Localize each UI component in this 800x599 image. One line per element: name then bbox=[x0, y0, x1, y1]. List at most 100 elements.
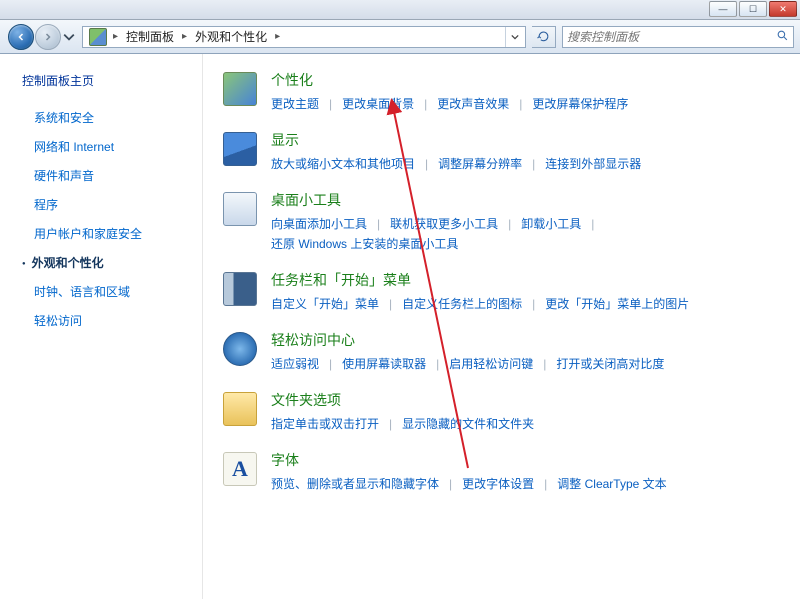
task-link[interactable]: 预览、删除或者显示和隐藏字体 bbox=[271, 474, 439, 494]
category-body: 个性化更改主题|更改桌面背景|更改声音效果|更改屏幕保护程序 bbox=[271, 70, 776, 114]
search-box[interactable] bbox=[562, 26, 794, 48]
display-icon[interactable] bbox=[223, 132, 257, 166]
task-link[interactable]: 启用轻松访问键 bbox=[449, 354, 533, 374]
category-body: 显示放大或缩小文本和其他项目|调整屏幕分辨率|连接到外部显示器 bbox=[271, 130, 776, 174]
title-bar: — ☐ ✕ bbox=[0, 0, 800, 20]
category: 显示放大或缩小文本和其他项目|调整屏幕分辨率|连接到外部显示器 bbox=[223, 130, 776, 174]
task-link[interactable]: 更改「开始」菜单上的图片 bbox=[545, 294, 689, 314]
task-link[interactable]: 打开或关闭高对比度 bbox=[556, 354, 664, 374]
minimize-button[interactable]: — bbox=[709, 1, 737, 17]
maximize-button[interactable]: ☐ bbox=[739, 1, 767, 17]
category-title[interactable]: 个性化 bbox=[271, 70, 776, 90]
nav-history bbox=[8, 24, 76, 50]
breadcrumb-item[interactable]: 控制面板 bbox=[120, 27, 180, 47]
folder-icon[interactable] bbox=[223, 392, 257, 426]
sidebar-item[interactable]: 系统和安全 bbox=[22, 103, 190, 132]
task-separator: | bbox=[329, 354, 332, 374]
back-button[interactable] bbox=[8, 24, 34, 50]
task-separator: | bbox=[424, 94, 427, 114]
task-link[interactable]: 更改主题 bbox=[271, 94, 319, 114]
category: 个性化更改主题|更改桌面背景|更改声音效果|更改屏幕保护程序 bbox=[223, 70, 776, 114]
task-separator: | bbox=[377, 214, 380, 234]
category: 文件夹选项指定单击或双击打开|显示隐藏的文件和文件夹 bbox=[223, 390, 776, 434]
task-link[interactable]: 更改声音效果 bbox=[437, 94, 509, 114]
refresh-button[interactable] bbox=[532, 26, 556, 48]
history-dropdown-button[interactable] bbox=[62, 28, 76, 46]
breadcrumb-sep[interactable]: ▸ bbox=[180, 31, 189, 42]
breadcrumb-sep[interactable]: ▸ bbox=[111, 31, 120, 42]
category-title[interactable]: 字体 bbox=[271, 450, 776, 470]
chevron-down-icon bbox=[63, 31, 75, 43]
sidebar-item[interactable]: 外观和个性化 bbox=[22, 248, 190, 277]
category-body: 字体预览、删除或者显示和隐藏字体|更改字体设置|调整 ClearType 文本 bbox=[271, 450, 776, 494]
task-separator: | bbox=[508, 214, 511, 234]
navigation-bar: ▸ 控制面板 ▸ 外观和个性化 ▸ bbox=[0, 20, 800, 54]
sidebar-item[interactable]: 时钟、语言和区域 bbox=[22, 277, 190, 306]
forward-button[interactable] bbox=[35, 24, 61, 50]
sidebar-title[interactable]: 控制面板主页 bbox=[22, 72, 190, 89]
category-title[interactable]: 任务栏和「开始」菜单 bbox=[271, 270, 776, 290]
sidebar-item[interactable]: 硬件和声音 bbox=[22, 161, 190, 190]
task-link[interactable]: 卸载小工具 bbox=[521, 214, 581, 234]
arrow-left-icon bbox=[15, 31, 27, 43]
task-separator: | bbox=[543, 354, 546, 374]
category-tasks: 指定单击或双击打开|显示隐藏的文件和文件夹 bbox=[271, 414, 776, 434]
search-icon[interactable] bbox=[776, 29, 789, 45]
category-tasks: 自定义「开始」菜单 | 自定义任务栏上的图标 | 更改「开始」菜单上的图片 bbox=[271, 294, 776, 314]
address-bar[interactable]: ▸ 控制面板 ▸ 外观和个性化 ▸ bbox=[82, 26, 526, 48]
category-title[interactable]: 桌面小工具 bbox=[271, 190, 776, 210]
category-title[interactable]: 文件夹选项 bbox=[271, 390, 776, 410]
task-link[interactable]: 自定义「开始」菜单 bbox=[271, 294, 379, 314]
category-tasks: 更改主题|更改桌面背景|更改声音效果|更改屏幕保护程序 bbox=[271, 94, 776, 114]
search-input[interactable] bbox=[567, 30, 776, 44]
close-button[interactable]: ✕ bbox=[769, 1, 797, 17]
sidebar-list: 系统和安全网络和 Internet硬件和声音程序用户帐户和家庭安全外观和个性化时… bbox=[22, 103, 190, 335]
task-link[interactable]: 更改字体设置 bbox=[462, 474, 534, 494]
category-tasks: 适应弱视|使用屏幕读取器|启用轻松访问键|打开或关闭高对比度 bbox=[271, 354, 776, 374]
category-tasks: 预览、删除或者显示和隐藏字体|更改字体设置|调整 ClearType 文本 bbox=[271, 474, 776, 494]
category-title[interactable]: 轻松访问中心 bbox=[271, 330, 776, 350]
category: 轻松访问中心适应弱视|使用屏幕读取器|启用轻松访问键|打开或关闭高对比度 bbox=[223, 330, 776, 374]
task-link[interactable]: 还原 Windows 上安装的桌面小工具 bbox=[271, 234, 458, 254]
category-body: 任务栏和「开始」菜单自定义「开始」菜单 | 自定义任务栏上的图标 | 更改「开始」菜单上… bbox=[271, 270, 776, 314]
gadgets-icon[interactable] bbox=[223, 192, 257, 226]
category-body: 桌面小工具向桌面添加小工具|联机获取更多小工具|卸载小工具|还原 Windows… bbox=[271, 190, 776, 254]
task-link[interactable]: 更改桌面背景 bbox=[342, 94, 414, 114]
task-separator: | bbox=[532, 294, 535, 314]
task-link[interactable]: 调整 ClearType 文本 bbox=[557, 474, 666, 494]
personalize-icon[interactable] bbox=[223, 72, 257, 106]
body: 控制面板主页 系统和安全网络和 Internet硬件和声音程序用户帐户和家庭安全… bbox=[0, 54, 800, 599]
refresh-icon bbox=[537, 30, 550, 43]
sidebar-item[interactable]: 程序 bbox=[22, 190, 190, 219]
content-area: 个性化更改主题 | 更改桌面背景 | 更改声音效果 | 更改屏幕保护程序显示放大或缩小文本和… bbox=[203, 54, 800, 599]
fonts-icon[interactable]: A bbox=[223, 452, 257, 486]
task-separator: | bbox=[544, 474, 547, 494]
breadcrumb-item[interactable]: 外观和个性化 bbox=[189, 27, 273, 47]
task-link[interactable]: 调整屏幕分辨率 bbox=[438, 154, 522, 174]
task-link[interactable]: 放大或缩小文本和其他项目 bbox=[271, 154, 415, 174]
category: 桌面小工具向桌面添加小工具|联机获取更多小工具|卸载小工具|还原 Windows… bbox=[223, 190, 776, 254]
ease-icon[interactable] bbox=[223, 332, 257, 366]
chevron-down-icon bbox=[511, 33, 519, 41]
breadcrumb-sep[interactable]: ▸ bbox=[273, 31, 282, 42]
category-body: 轻松访问中心适应弱视|使用屏幕读取器|启用轻松访问键|打开或关闭高对比度 bbox=[271, 330, 776, 374]
task-link[interactable]: 连接到外部显示器 bbox=[545, 154, 641, 174]
task-link[interactable]: 更改屏幕保护程序 bbox=[532, 94, 628, 114]
control-panel-icon bbox=[89, 28, 107, 46]
task-link[interactable]: 自定义任务栏上的图标 bbox=[402, 294, 522, 314]
task-link[interactable]: 适应弱视 bbox=[271, 354, 319, 374]
task-link[interactable]: 使用屏幕读取器 bbox=[342, 354, 426, 374]
address-dropdown-button[interactable] bbox=[505, 27, 523, 47]
taskbar-icon[interactable] bbox=[223, 272, 257, 306]
sidebar-item[interactable]: 轻松访问 bbox=[22, 306, 190, 335]
task-link[interactable]: 向桌面添加小工具 bbox=[271, 214, 367, 234]
task-link[interactable]: 指定单击或双击打开 bbox=[271, 414, 379, 434]
task-link[interactable]: 显示隐藏的文件和文件夹 bbox=[402, 414, 534, 434]
sidebar-item[interactable]: 网络和 Internet bbox=[22, 132, 190, 161]
category: 任务栏和「开始」菜单自定义「开始」菜单 | 自定义任务栏上的图标 | 更改「开始」菜单上… bbox=[223, 270, 776, 314]
task-separator: | bbox=[591, 214, 594, 234]
task-link[interactable]: 联机获取更多小工具 bbox=[390, 214, 498, 234]
sidebar-item[interactable]: 用户帐户和家庭安全 bbox=[22, 219, 190, 248]
task-separator: | bbox=[389, 294, 392, 314]
category-title[interactable]: 显示 bbox=[271, 130, 776, 150]
